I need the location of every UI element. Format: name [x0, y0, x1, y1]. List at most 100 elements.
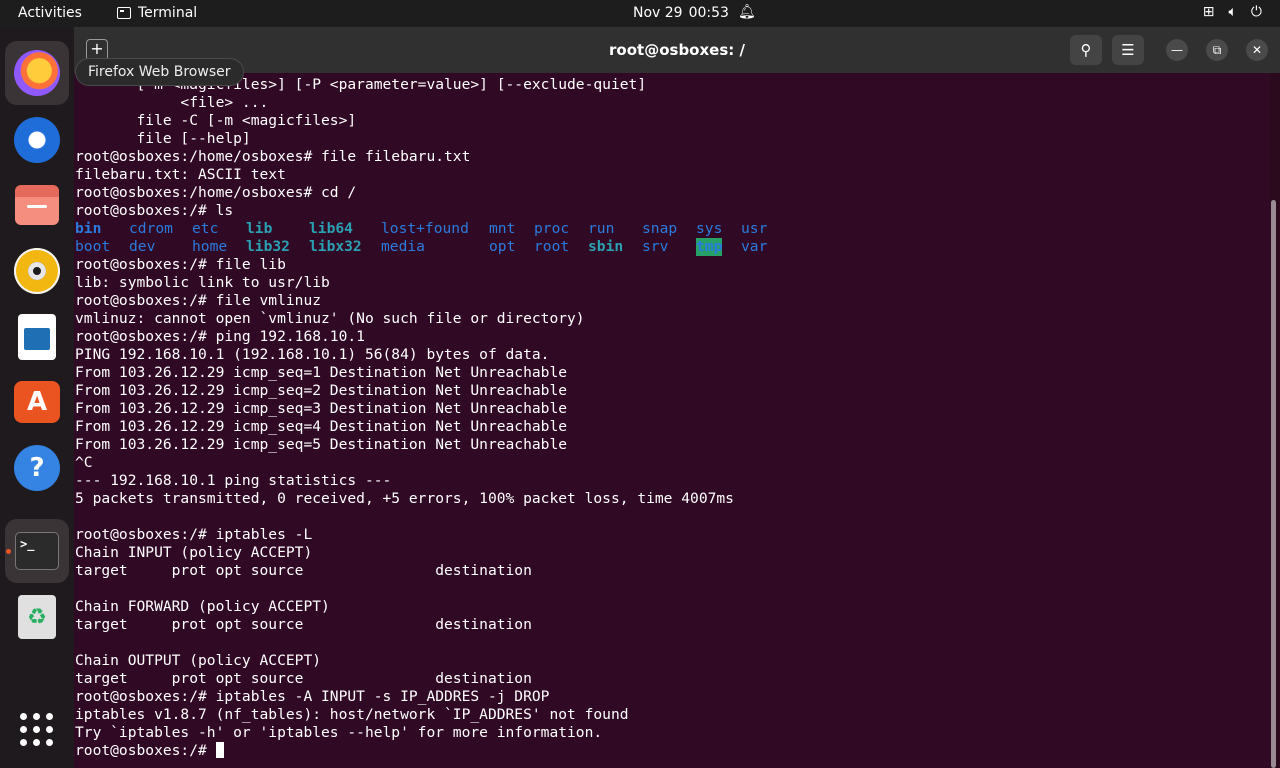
terminal-line: root@osboxes:/home/osboxes# file filebar… [75, 148, 471, 165]
cursor [215, 742, 224, 758]
terminal-line: vmlinuz: cannot open `vmlinuz' (No such … [75, 310, 585, 327]
terminal-line: root@osboxes:/# file lib [75, 256, 286, 273]
dock-item-terminal[interactable]: >_ [5, 519, 69, 583]
dock-item-writer[interactable] [5, 305, 69, 369]
help-icon: ? [14, 445, 60, 491]
terminal-line: --- 192.168.10.1 ping statistics --- [75, 472, 392, 489]
dock: A ? >_ ♻ [0, 27, 74, 768]
terminal-line: PING 192.168.10.1 (192.168.10.1) 56(84) … [75, 346, 550, 363]
dock-item-trash[interactable]: ♻ [5, 585, 69, 649]
terminal-line: Chain FORWARD (policy ACCEPT) [75, 598, 330, 615]
trash-icon: ♻ [18, 595, 56, 639]
ls-entry: dev [129, 238, 156, 255]
firefox-icon [14, 50, 60, 96]
terminal-line: target prot opt source destination [75, 562, 532, 579]
clock[interactable]: Nov 29 00:53 [633, 5, 729, 21]
terminal-icon: >_ [15, 532, 59, 570]
terminal-view[interactable]: [-m <magicfiles>] [-P <parameter=value>]… [74, 73, 1270, 768]
activities-button[interactable]: Activities [18, 5, 82, 21]
terminal-line: iptables v1.8.7 (nf_tables): host/networ… [75, 706, 629, 723]
ls-entry: boot [75, 238, 111, 255]
terminal-line: root@osboxes:/# iptables -A INPUT -s IP_… [75, 688, 550, 705]
app-center-icon: A [14, 381, 60, 423]
running-indicator [6, 549, 11, 554]
terminal-line: 5 packets transmitted, 0 received, +5 er… [75, 490, 734, 507]
ls-entry: lib32 [246, 238, 290, 255]
terminal-line: filebaru.txt: ASCII text [75, 166, 286, 183]
dock-item-help[interactable]: ? [5, 436, 69, 500]
ls-output-row: boot dev home lib32 libx32 media opt root sbin sr… [75, 238, 767, 256]
ls-entry: mnt [489, 220, 516, 237]
terminal-header-bar: + root@osboxes: / ⚲ ☰ — ⧉ ✕ [74, 27, 1280, 73]
ls-entry: srv [642, 238, 669, 255]
terminal-line: target prot opt source destination [75, 616, 532, 633]
ls-entry: etc [192, 220, 219, 237]
terminal-line: root@osboxes:/# ls [75, 202, 234, 219]
terminal-line: root@osboxes:/# iptables -L [75, 526, 313, 543]
search-button[interactable]: ⚲ [1070, 35, 1102, 65]
terminal-line: root@osboxes:/# file vmlinuz [75, 292, 322, 309]
app-name: Terminal [138, 5, 198, 21]
power-icon[interactable]: ⏻ [1251, 4, 1262, 20]
scrollbar[interactable] [1271, 200, 1276, 768]
dock-item-files[interactable] [5, 173, 69, 237]
top-bar: Activities Terminal Nov 29 00:53 🔔︎ ⊞ 🔈︎… [0, 0, 1280, 27]
rhythmbox-icon [14, 248, 60, 294]
terminal-line: Chain OUTPUT (policy ACCEPT) [75, 652, 322, 669]
ls-entry: lib64 [309, 220, 353, 237]
files-icon [15, 185, 59, 225]
terminal-output: [-m <magicfiles>] [-P <parameter=value>]… [75, 76, 767, 760]
bell-icon[interactable]: 🔔︎ [738, 4, 756, 20]
time-label: 00:53 [688, 5, 729, 21]
maximize-button[interactable]: ⧉ [1206, 39, 1228, 61]
show-apps-button[interactable] [20, 713, 54, 747]
libreoffice-writer-icon [18, 314, 56, 360]
ls-entry: home [192, 238, 228, 255]
terminal-line: From 103.26.12.29 icmp_seq=5 Destination… [75, 436, 568, 453]
dock-item-app-center[interactable]: A [5, 370, 69, 434]
ls-entry: lib [246, 220, 273, 237]
terminal-line: root@osboxes:/home/osboxes# cd / [75, 184, 357, 201]
dock-item-firefox[interactable] [5, 41, 69, 105]
terminal-line: file -C [-m <magicfiles>] [75, 112, 357, 129]
dock-item-thunderbird[interactable] [5, 108, 69, 172]
dock-item-rhythmbox[interactable] [5, 239, 69, 303]
ls-entry: bin [75, 220, 102, 237]
ls-entry: run [588, 220, 615, 237]
ls-output-row: bin cdrom etc lib lib64 lost+found mnt proc run s… [75, 220, 767, 238]
app-menu[interactable]: Terminal [117, 5, 197, 21]
terminal-line: ^C [75, 454, 93, 471]
minimize-button[interactable]: — [1166, 39, 1188, 61]
search-icon: ⚲ [1080, 41, 1092, 59]
terminal-line: From 103.26.12.29 icmp_seq=1 Destination… [75, 364, 568, 381]
close-icon: ✕ [1251, 43, 1263, 57]
ls-entry: sbin [588, 238, 624, 255]
ls-entry: sys [696, 220, 723, 237]
network-icon[interactable]: ⊞ [1203, 4, 1215, 20]
thunderbird-icon [14, 117, 60, 163]
terminal-line: root@osboxes:/# [75, 742, 734, 760]
system-tray[interactable]: ⊞ 🔈︎ ⏻ [1203, 4, 1262, 20]
ls-entry: libx32 [309, 238, 362, 255]
restore-icon: ⧉ [1212, 42, 1222, 57]
ls-entry: var [741, 238, 768, 255]
dock-tooltip: Firefox Web Browser [75, 58, 244, 86]
terminal-line: From 103.26.12.29 icmp_seq=2 Destination… [75, 382, 568, 399]
ls-entry: usr [741, 220, 768, 237]
hamburger-icon: ☰ [1121, 41, 1135, 59]
terminal-line: From 103.26.12.29 icmp_seq=4 Destination… [75, 418, 568, 435]
menu-button[interactable]: ☰ [1112, 35, 1144, 65]
ls-entry: snap [642, 220, 678, 237]
ls-entry: cdrom [129, 220, 173, 237]
close-button[interactable]: ✕ [1246, 39, 1268, 61]
minimize-icon: — [1171, 43, 1183, 57]
terminal-line: From 103.26.12.29 icmp_seq=3 Destination… [75, 400, 568, 417]
ls-entry: tmp [696, 238, 723, 256]
ls-entry: lost+found [381, 220, 469, 237]
volume-icon[interactable]: 🔈︎ [1229, 4, 1237, 20]
ls-entry: proc [534, 220, 570, 237]
ls-entry: media [381, 238, 425, 255]
